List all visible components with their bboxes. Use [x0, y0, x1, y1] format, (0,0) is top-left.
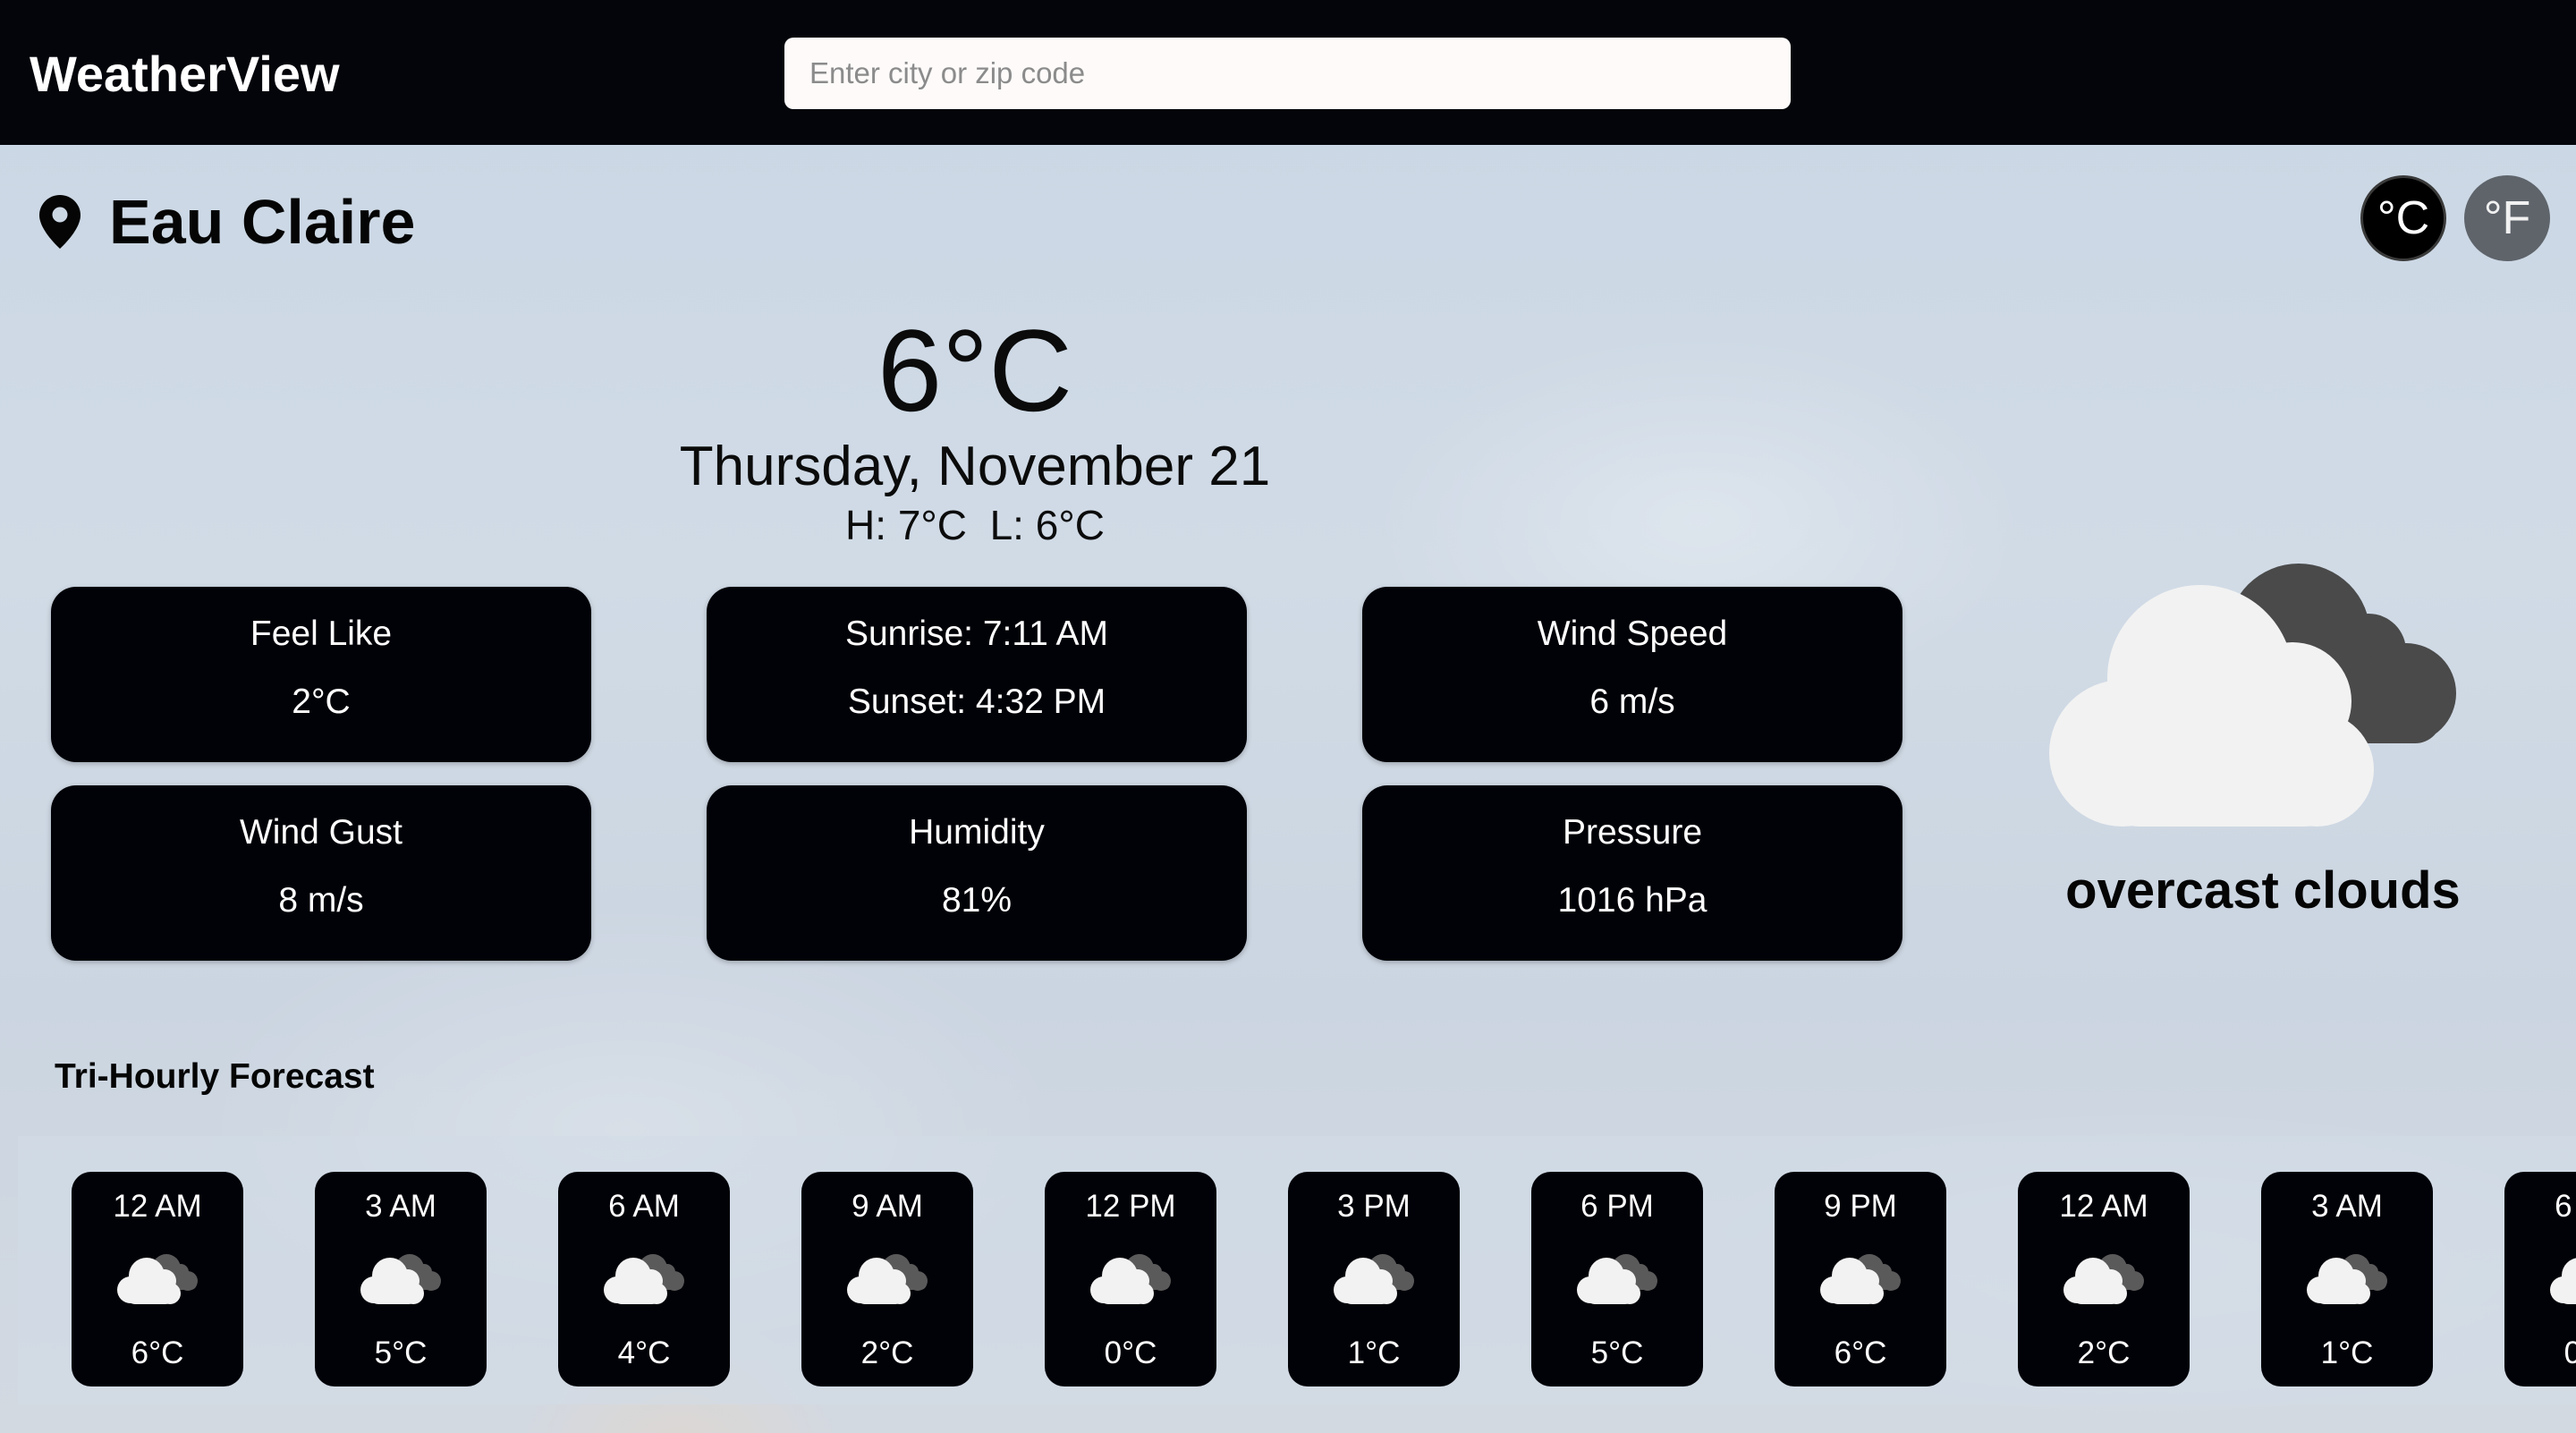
fahrenheit-toggle-button[interactable]: °F — [2464, 175, 2550, 261]
map-pin-icon — [39, 195, 80, 249]
sun-times-card: Sunrise: 7:11 AM Sunset: 4:32 PM — [707, 587, 1247, 762]
overcast-clouds-icon — [1577, 1254, 1657, 1304]
app-brand[interactable]: WeatherView — [30, 45, 340, 104]
forecast-temp: 1°C — [2320, 1335, 2374, 1370]
forecast-item[interactable]: 6 AM 4°C — [558, 1172, 730, 1386]
forecast-temp: 1°C — [1347, 1335, 1401, 1370]
card-label: Wind Gust — [239, 813, 403, 852]
overcast-clouds-icon — [847, 1254, 928, 1304]
current-date: Thursday, November 21 — [679, 436, 1271, 497]
feels-like-card: Feel Like 2°C — [51, 587, 591, 762]
overcast-clouds-icon — [1334, 1254, 1414, 1304]
forecast-time: 12 AM — [2059, 1189, 2148, 1224]
forecast-temp: 5°C — [374, 1335, 428, 1370]
forecast-time: 3 PM — [1337, 1189, 1411, 1224]
forecast-item[interactable]: 12 PM 0°C — [1045, 1172, 1216, 1386]
forecast-temp: 6°C — [131, 1335, 184, 1370]
pressure-card: Pressure 1016 hPa — [1362, 785, 1902, 961]
forecast-time: 3 AM — [2311, 1189, 2383, 1224]
forecast-temp: 5°C — [1590, 1335, 1644, 1370]
forecast-time: 12 AM — [113, 1189, 202, 1224]
card-label: Pressure — [1562, 813, 1703, 852]
overcast-clouds-icon — [2063, 1254, 2144, 1304]
forecast-temp: 0°C — [2563, 1335, 2576, 1370]
overcast-clouds-icon — [117, 1254, 198, 1304]
forecast-temp: 2°C — [860, 1335, 914, 1370]
celsius-toggle-button[interactable]: °C — [2360, 175, 2446, 261]
location-header: Eau Claire — [39, 186, 415, 258]
card-value: 81% — [941, 881, 1013, 920]
forecast-time: 3 AM — [365, 1189, 436, 1224]
forecast-item[interactable]: 6 PM 5°C — [1531, 1172, 1703, 1386]
overcast-clouds-icon — [2049, 564, 2456, 827]
top-nav-bar: WeatherView — [0, 0, 2576, 145]
forecast-time: 9 PM — [1824, 1189, 1897, 1224]
forecast-time: 12 PM — [1085, 1189, 1176, 1224]
forecast-temp: 0°C — [1104, 1335, 1157, 1370]
sunrise-text: Sunrise: 7:11 AM — [844, 615, 1109, 653]
card-value: 6 m/s — [1589, 683, 1675, 721]
forecast-item[interactable]: 9 PM 6°C — [1775, 1172, 1946, 1386]
forecast-item[interactable]: 3 AM 5°C — [315, 1172, 487, 1386]
card-label: Feel Like — [250, 615, 393, 653]
forecast-time: 6 AM — [2555, 1189, 2576, 1224]
forecast-item[interactable]: 9 AM 2°C — [801, 1172, 973, 1386]
forecast-item[interactable]: 12 AM 2°C — [2018, 1172, 2190, 1386]
forecast-title: Tri-Hourly Forecast — [55, 1057, 375, 1096]
card-value: 2°C — [292, 683, 351, 721]
overcast-clouds-icon — [604, 1254, 684, 1304]
high-low-temperature: H: 7°C L: 6°C — [845, 502, 1105, 548]
humidity-card: Humidity 81% — [707, 785, 1247, 961]
forecast-time: 9 AM — [852, 1189, 923, 1224]
overcast-clouds-icon — [1820, 1254, 1901, 1304]
card-value: 8 m/s — [278, 881, 364, 920]
forecast-temp: 6°C — [1834, 1335, 1887, 1370]
forecast-temp: 4°C — [617, 1335, 671, 1370]
card-value: 1016 hPa — [1557, 881, 1707, 920]
overcast-clouds-icon — [2550, 1258, 2576, 1304]
forecast-item[interactable]: 12 AM 6°C — [72, 1172, 243, 1386]
condition-description: overcast clouds — [2065, 861, 2461, 920]
forecast-temp: 2°C — [2077, 1335, 2131, 1370]
forecast-item[interactable]: 6 AM 0°C — [2504, 1172, 2576, 1386]
forecast-item[interactable]: 3 PM 1°C — [1288, 1172, 1460, 1386]
search-input[interactable] — [784, 38, 1791, 109]
forecast-strip[interactable]: 12 AM 6°C 3 AM 5°C 6 AM 4°C 9 AM 2°C 12 PM 0°C 3 P… — [18, 1136, 2576, 1404]
overcast-clouds-icon — [2307, 1254, 2387, 1304]
wind-speed-card: Wind Speed 6 m/s — [1362, 587, 1902, 762]
sunset-text: Sunset: 4:32 PM — [847, 683, 1106, 721]
card-label: Humidity — [909, 813, 1045, 852]
current-temperature: 6°C — [877, 305, 1073, 436]
forecast-item[interactable]: 3 AM 1°C — [2261, 1172, 2433, 1386]
forecast-time: 6 PM — [1580, 1189, 1654, 1224]
card-label: Wind Speed — [1537, 615, 1728, 653]
overcast-clouds-icon — [1090, 1254, 1171, 1304]
wind-gust-card: Wind Gust 8 m/s — [51, 785, 591, 961]
city-name: Eau Claire — [109, 187, 416, 257]
overcast-clouds-icon — [360, 1254, 441, 1304]
forecast-time: 6 AM — [608, 1189, 680, 1224]
